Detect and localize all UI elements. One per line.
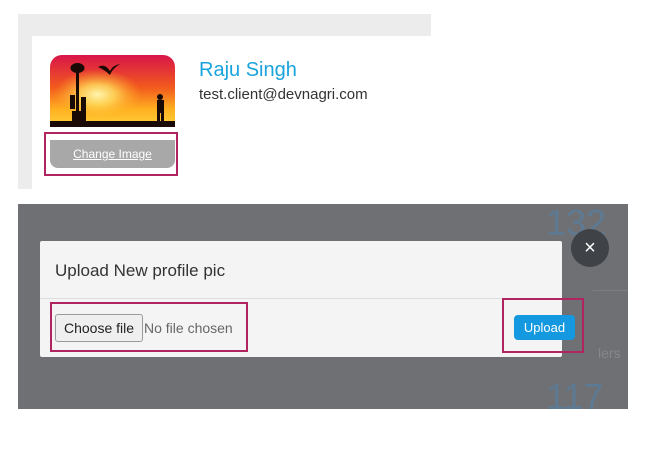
upload-profile-modal: Upload New profile pic Choose file No fi… [40,241,584,357]
background-partial-text: lers [598,345,621,361]
change-image-highlight [44,132,178,176]
upload-highlight [502,298,584,353]
background-divider [593,290,628,291]
background-stat-bottom: 117 [546,376,604,409]
modal-overlay: 132 lers 117 Upload New profile pic Choo… [18,204,628,409]
user-email: test.client@devnagri.com [199,86,368,103]
profile-panel: Change Image Raju Singh test.client@devn… [18,14,431,189]
user-name: Raju Singh [199,59,297,81]
modal-title: Upload New profile pic [55,261,226,280]
profile-card: Change Image Raju Singh test.client@devn… [32,36,431,189]
choose-file-highlight [50,302,248,352]
modal-divider [40,298,562,299]
avatar-image [50,55,175,127]
close-icon[interactable]: × [571,229,609,267]
profile-avatar [50,55,175,127]
